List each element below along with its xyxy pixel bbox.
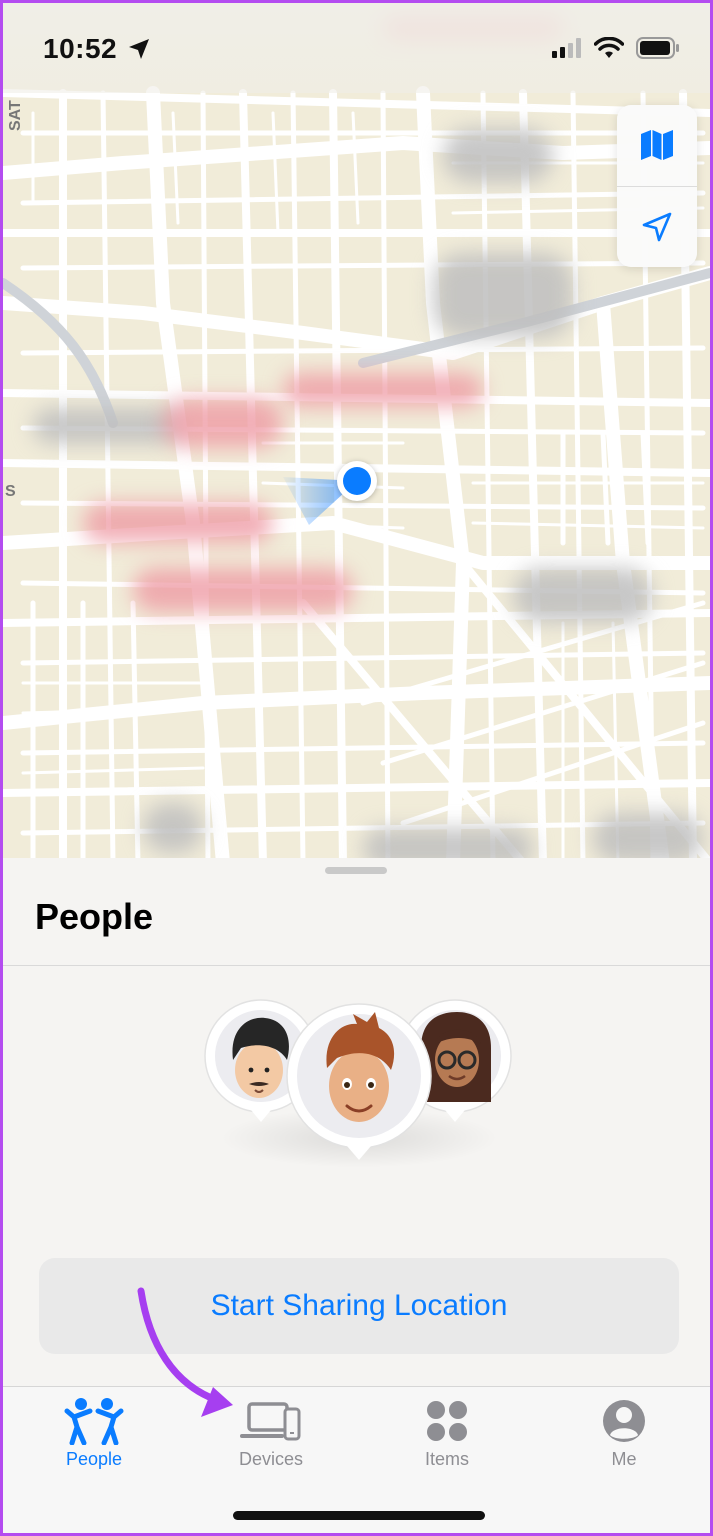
cellular-signal-icon (552, 38, 581, 58)
map-street-label: S (5, 483, 16, 500)
sheet-title: People (35, 896, 154, 937)
tab-label: Me (611, 1449, 637, 1469)
map-view[interactable]: SAT S 10:52 (3, 3, 710, 863)
redacted-label (593, 813, 703, 863)
memoji-illustration (199, 998, 519, 1178)
avatar-center (286, 1003, 432, 1160)
items-icon (382, 1395, 512, 1447)
redacted-label (83, 503, 273, 543)
battery-icon (636, 37, 679, 59)
redacted-label (443, 128, 553, 183)
redacted-label (513, 568, 653, 623)
location-arrow-outline-icon (642, 212, 672, 242)
sheet-grabber[interactable] (325, 867, 387, 874)
redacted-label (283, 373, 483, 407)
redacted-label (433, 253, 573, 338)
redacted-label (163, 398, 283, 448)
location-arrow-icon (129, 39, 149, 59)
tab-me[interactable]: Me (559, 1395, 689, 1485)
redacted-label (143, 803, 203, 853)
map-street-label: SAT (7, 100, 24, 131)
redacted-label (33, 408, 183, 444)
map-mode-button[interactable] (617, 105, 697, 185)
tab-items[interactable]: Items (382, 1395, 512, 1485)
tab-label: People (65, 1449, 123, 1469)
wifi-icon (594, 37, 624, 58)
sheet-divider (3, 965, 710, 966)
screen-frame: SAT S 10:52 People Start Sharing Locatio… (0, 0, 713, 1536)
user-location-dot (337, 461, 377, 501)
map-icon (641, 130, 673, 160)
tab-label: Items (424, 1449, 469, 1469)
track-location-button[interactable] (617, 187, 697, 267)
tab-label: Devices (238, 1449, 304, 1469)
map-controls (617, 105, 697, 267)
annotation-arrow-icon (137, 1287, 233, 1417)
people-sheet: People Start Sharing Location (3, 858, 710, 1388)
me-icon (559, 1395, 689, 1447)
home-indicator (233, 1511, 485, 1520)
status-time: 10:52 (43, 33, 118, 64)
redacted-label (133, 568, 353, 612)
status-icons (552, 37, 680, 59)
status-bar: 10:52 (3, 3, 710, 93)
memoji-group-icon (204, 999, 512, 1160)
